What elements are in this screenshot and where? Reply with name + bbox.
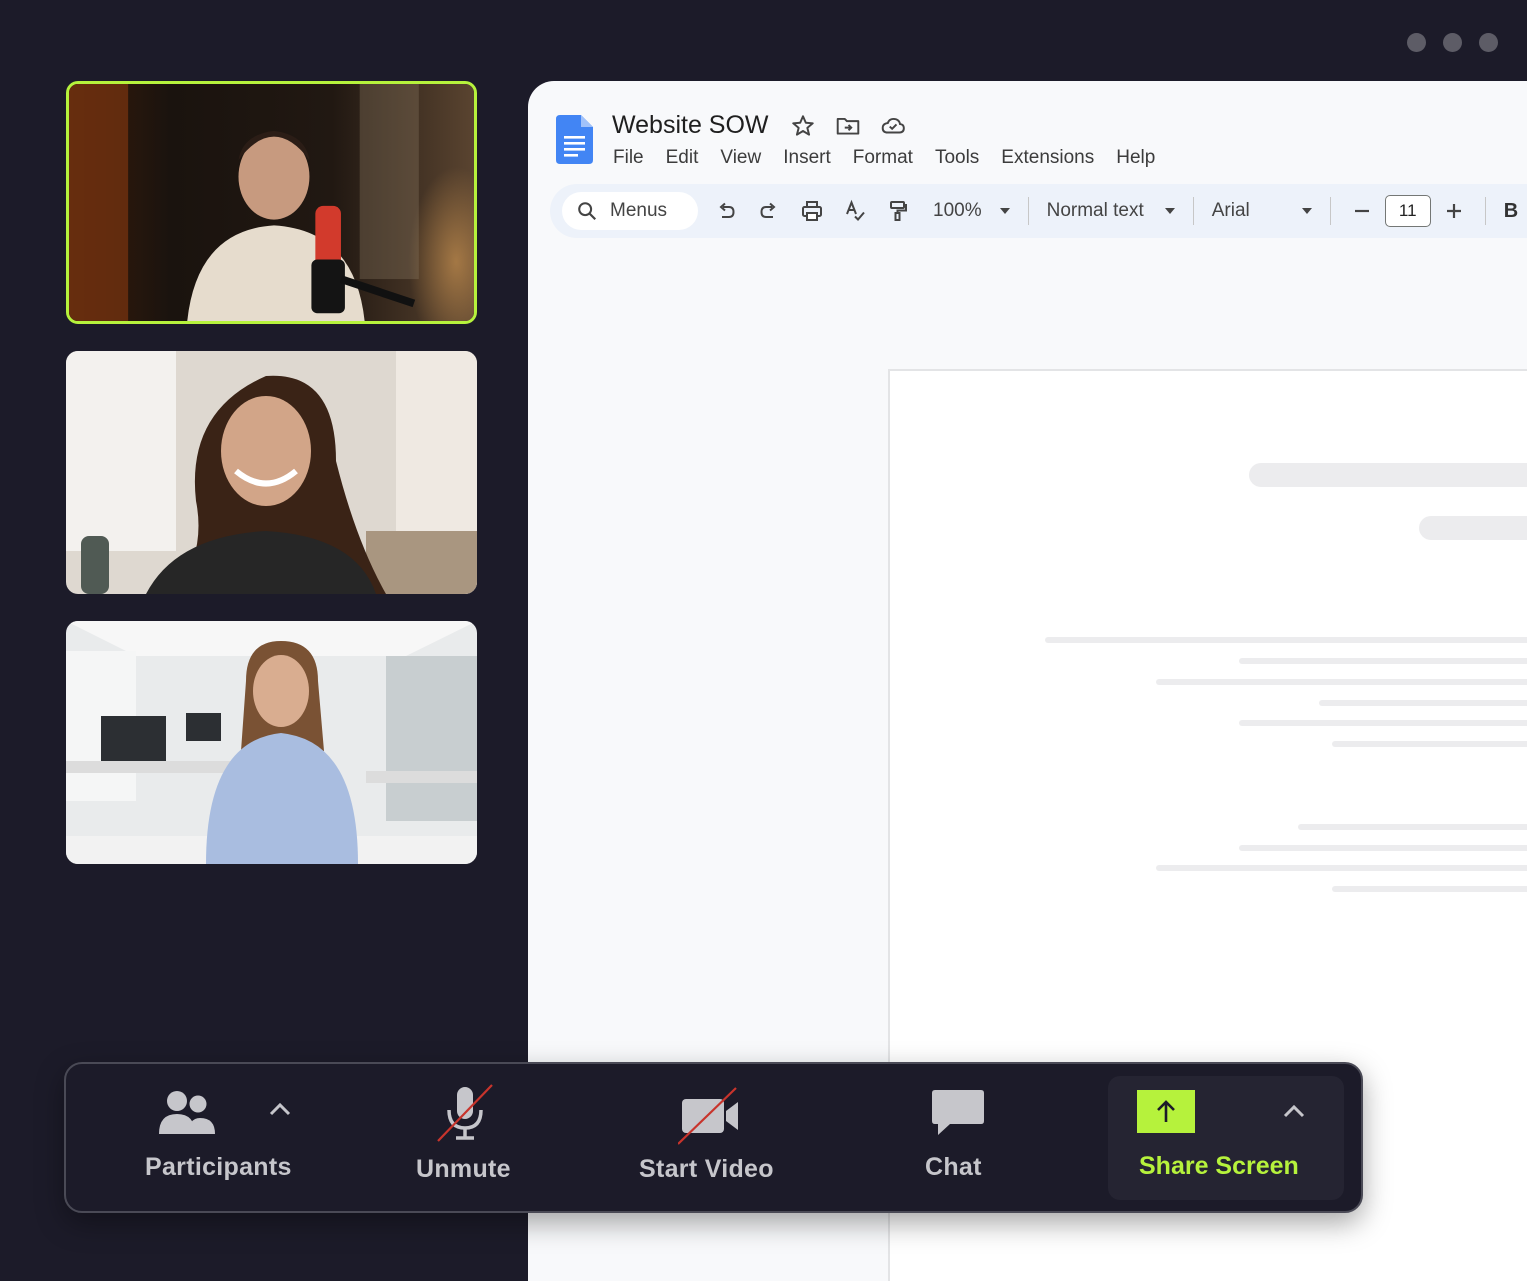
window-dot[interactable] xyxy=(1407,33,1426,52)
start-video-button[interactable]: Start Video xyxy=(626,1064,826,1211)
placeholder-line xyxy=(1239,845,1527,851)
move-folder-icon[interactable] xyxy=(835,113,861,139)
toolbar-divider xyxy=(1192,197,1194,225)
toolbar-divider xyxy=(1484,197,1486,225)
participant-video-tile[interactable] xyxy=(66,621,477,864)
spellcheck-icon[interactable] xyxy=(842,198,868,224)
print-icon[interactable] xyxy=(799,198,825,224)
unmute-button[interactable]: Unmute xyxy=(396,1064,546,1211)
placeholder-heading xyxy=(1249,463,1527,487)
participants-icon xyxy=(159,1091,215,1134)
menus-search[interactable]: Menus xyxy=(562,192,698,230)
menu-file[interactable]: File xyxy=(613,147,644,169)
menu-extensions[interactable]: Extensions xyxy=(1001,147,1094,169)
participants-options-chevron-up-icon[interactable] xyxy=(269,1102,291,1116)
style-dropdown-icon[interactable] xyxy=(1164,208,1175,214)
star-icon[interactable] xyxy=(790,113,816,139)
docs-toolbar: Menus 100% Normal text Arial 11 B xyxy=(550,184,1527,238)
participant-video-image xyxy=(66,621,477,864)
menus-search-label: Menus xyxy=(610,200,668,221)
menu-view[interactable]: View xyxy=(720,147,761,169)
undo-icon[interactable] xyxy=(713,198,739,224)
font-size-input[interactable]: 11 xyxy=(1384,195,1431,227)
menu-insert[interactable]: Insert xyxy=(783,147,831,169)
toolbar-divider xyxy=(1027,197,1029,225)
bold-button[interactable]: B xyxy=(1504,200,1518,223)
placeholder-line xyxy=(1298,824,1527,830)
participants-label: Participants xyxy=(145,1153,292,1181)
zoom-value[interactable]: 100% xyxy=(933,200,982,222)
start-video-label: Start Video xyxy=(639,1155,774,1183)
document-title[interactable]: Website SOW xyxy=(612,111,769,140)
paint-format-icon[interactable] xyxy=(885,198,911,224)
window-controls xyxy=(1407,33,1498,52)
participant-video-image xyxy=(66,351,477,594)
chat-bubble-icon xyxy=(932,1090,984,1135)
increase-font-size-icon[interactable] xyxy=(1441,198,1467,224)
window-dot[interactable] xyxy=(1479,33,1498,52)
placeholder-line xyxy=(1156,865,1527,871)
cloud-saved-icon[interactable] xyxy=(880,113,906,139)
placeholder-line xyxy=(1319,700,1527,706)
search-icon xyxy=(578,202,597,221)
menu-tools[interactable]: Tools xyxy=(935,147,979,169)
chat-label: Chat xyxy=(925,1153,982,1181)
microphone-muted-icon xyxy=(437,1084,493,1142)
placeholder-line xyxy=(1239,720,1527,726)
font-dropdown-icon[interactable] xyxy=(1301,208,1312,214)
chat-button[interactable]: Chat xyxy=(906,1064,1016,1211)
share-screen-label: Share Screen xyxy=(1139,1152,1299,1180)
placeholder-line xyxy=(1332,741,1527,747)
window-dot[interactable] xyxy=(1443,33,1462,52)
placeholder-line xyxy=(1332,886,1527,892)
docs-menubar: File Edit View Insert Format Tools Exten… xyxy=(613,147,1155,169)
toolbar-divider xyxy=(1329,197,1331,225)
docs-logo-icon[interactable] xyxy=(556,115,593,164)
share-screen-button[interactable]: Share Screen xyxy=(1108,1076,1344,1200)
unmute-label: Unmute xyxy=(416,1155,511,1183)
zoom-dropdown-icon[interactable] xyxy=(999,208,1010,214)
paragraph-style-select[interactable]: Normal text xyxy=(1047,200,1144,222)
share-screen-icon xyxy=(1137,1090,1195,1133)
menu-edit[interactable]: Edit xyxy=(666,147,699,169)
speaker-video-tile[interactable] xyxy=(66,81,477,324)
menu-help[interactable]: Help xyxy=(1116,147,1155,169)
video-camera-off-icon xyxy=(678,1087,738,1145)
font-family-select[interactable]: Arial xyxy=(1212,200,1294,222)
menu-format[interactable]: Format xyxy=(853,147,913,169)
decrease-font-size-icon[interactable] xyxy=(1349,198,1375,224)
placeholder-line xyxy=(1045,637,1527,643)
participant-video-tile[interactable] xyxy=(66,351,477,594)
redo-icon[interactable] xyxy=(756,198,782,224)
placeholder-subheading xyxy=(1419,516,1527,540)
share-options-chevron-up-icon[interactable] xyxy=(1283,1104,1305,1118)
participants-button[interactable]: Participants xyxy=(66,1064,356,1211)
placeholder-line xyxy=(1156,679,1527,685)
meeting-controls-bar: Participants Unmute Start Video Chat Sha… xyxy=(64,1062,1363,1213)
placeholder-line xyxy=(1239,658,1527,664)
speaker-video-image xyxy=(69,84,474,321)
